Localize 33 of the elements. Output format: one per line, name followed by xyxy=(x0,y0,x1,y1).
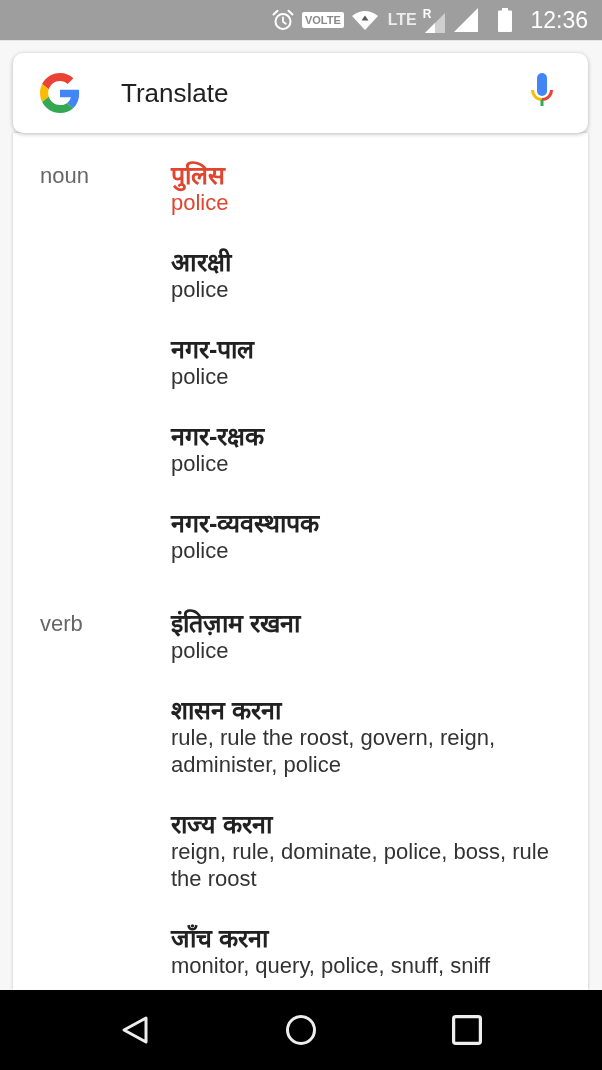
english-meaning: police xyxy=(171,276,229,303)
wifi-icon xyxy=(351,10,378,30)
back-icon[interactable] xyxy=(120,1015,150,1045)
hindi-word: नगर-पाल xyxy=(171,336,255,363)
english-meaning: police xyxy=(171,363,229,390)
volte-badge: VOLTE xyxy=(301,12,344,28)
hindi-word: राज्य करना xyxy=(171,811,272,838)
roaming-label: R xyxy=(422,8,432,20)
part-of-speech-label: noun xyxy=(40,162,89,189)
english-meaning: police xyxy=(171,637,229,664)
english-meaning: police xyxy=(171,450,229,477)
home-icon[interactable] xyxy=(286,1015,316,1045)
part-of-speech-label: verb xyxy=(40,610,83,637)
battery-icon xyxy=(498,8,513,32)
hindi-word: इंतिज़ाम रखना xyxy=(171,610,300,637)
clock-time: 12:36 xyxy=(530,6,588,34)
g-logo-icon xyxy=(40,73,80,113)
english-meaning: police xyxy=(171,537,229,564)
hindi-word: नगर-रक्षक xyxy=(171,423,265,450)
network-type-label: LTE xyxy=(387,11,417,29)
recents-icon[interactable] xyxy=(452,1015,482,1045)
search-field[interactable]: Translate xyxy=(121,76,530,110)
english-meaning: police xyxy=(171,190,229,216)
signal-icon xyxy=(454,8,479,32)
alarm-clock-icon xyxy=(271,9,294,31)
hindi-word: शासन करना xyxy=(171,697,281,724)
english-meaning: monitor, query, police, snuff, sniff xyxy=(171,952,491,979)
english-meaning: rule, rule the roost, govern, reign, administer, police xyxy=(171,724,497,778)
hindi-word: आरक्षी xyxy=(171,249,231,276)
hindi-word: जाँच करना xyxy=(171,925,268,952)
hindi-word: नगर-व्यवस्थापक xyxy=(171,510,320,537)
search-bar[interactable]: Translate xyxy=(13,53,588,133)
english-meaning: reign, rule, dominate, police, boss, rule the roost xyxy=(171,838,550,892)
